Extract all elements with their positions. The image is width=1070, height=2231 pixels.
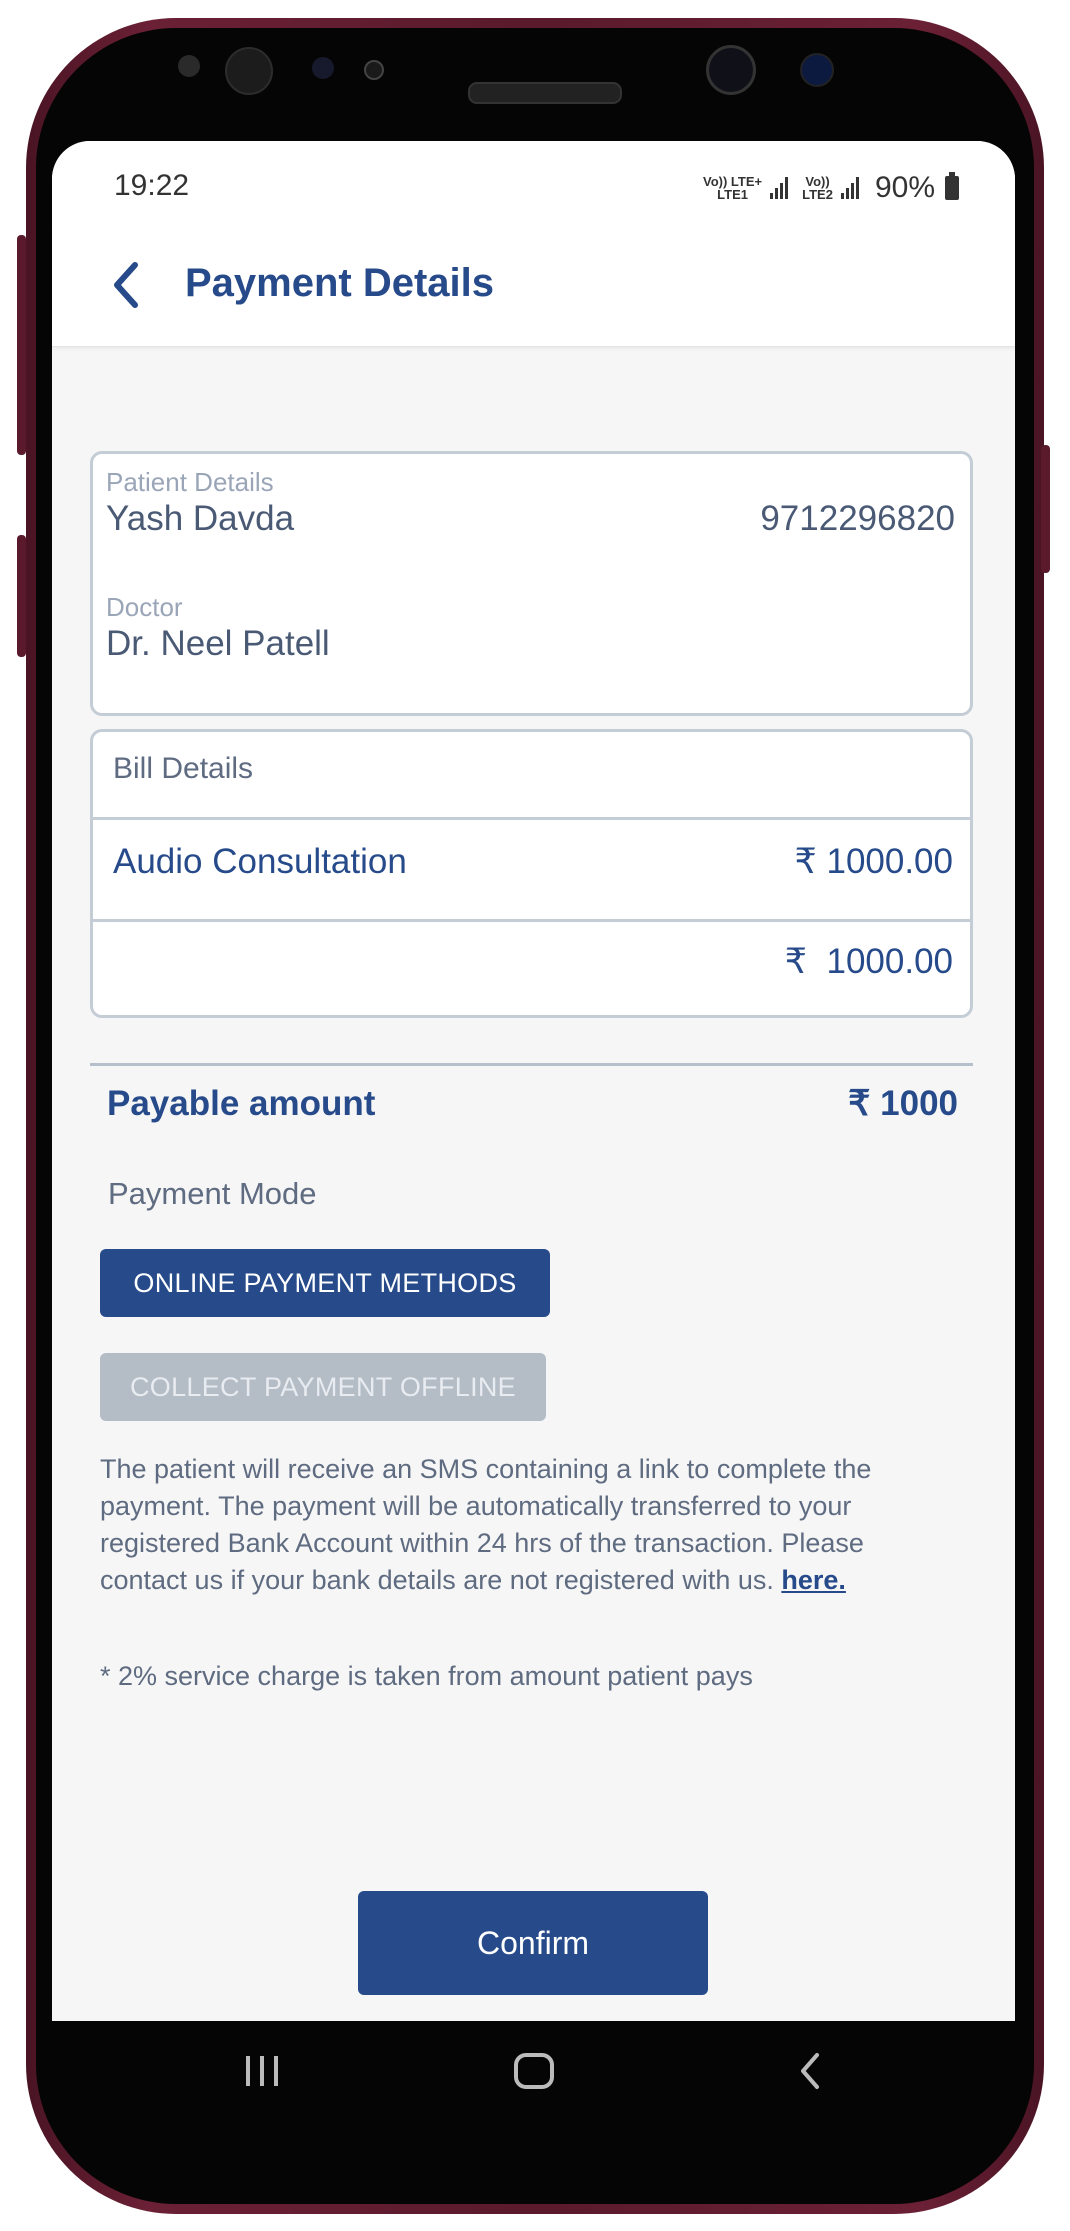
status-bar: 19:22 Vo)) LTE+ LTE1 Vo)) LTE2 90% xyxy=(52,141,1015,231)
patient-details-label: Patient Details xyxy=(106,467,274,497)
patient-details-card: Patient Details Yash Davda 9712296820 Do… xyxy=(90,451,973,716)
home-button[interactable] xyxy=(504,2041,564,2101)
sim1-signal-icon xyxy=(770,177,789,199)
status-time: 19:22 xyxy=(114,169,190,202)
divider xyxy=(93,919,970,922)
collect-payment-offline-button[interactable]: COLLECT PAYMENT OFFLINE xyxy=(100,1353,546,1421)
navigation-bar xyxy=(52,2021,1015,2121)
page-title: Payment Details xyxy=(185,261,495,305)
confirm-button[interactable]: Confirm xyxy=(358,1891,708,1995)
doctor-label: Doctor xyxy=(106,592,183,622)
chevron-left-icon xyxy=(114,262,138,308)
back-button[interactable] xyxy=(96,255,156,315)
payment-info-body: The patient will receive an SMS containi… xyxy=(100,1454,872,1595)
service-charge-note: * 2% service charge is taken from amount… xyxy=(100,1661,753,1691)
front-camera xyxy=(706,45,756,95)
payment-info-text: The patient will receive an SMS containi… xyxy=(100,1451,940,1599)
sim2-tag-bottom: LTE2 xyxy=(802,187,833,202)
online-payment-methods-button[interactable]: ONLINE PAYMENT METHODS xyxy=(100,1249,550,1317)
app-screen: 19:22 Vo)) LTE+ LTE1 Vo)) LTE2 90% Payme… xyxy=(52,141,1015,2021)
bill-item-name: Audio Consultation xyxy=(113,842,407,881)
app-header: Payment Details xyxy=(52,231,1015,347)
bill-total: ₹ 1000.00 xyxy=(784,942,953,981)
sim1-tag-bottom: LTE1 xyxy=(717,187,748,202)
recent-apps-icon xyxy=(246,2056,278,2086)
patient-phone: 9712296820 xyxy=(760,499,955,538)
status-icons: Vo)) LTE+ LTE1 Vo)) LTE2 90% xyxy=(703,171,959,205)
recent-apps-button[interactable] xyxy=(232,2041,292,2101)
sim2-signal-icon xyxy=(840,177,859,199)
iris-sensor xyxy=(225,47,273,95)
iris-camera xyxy=(800,53,834,87)
sim1-network-icon: Vo)) LTE+ LTE1 xyxy=(703,175,762,201)
led-sensor xyxy=(364,60,384,80)
payment-mode-label: Payment Mode xyxy=(108,1176,317,1211)
bill-details-label: Bill Details xyxy=(113,752,254,785)
bill-details-card: Bill Details Audio Consultation ₹ 1000.0… xyxy=(90,729,973,1018)
bank-details-link[interactable]: here. xyxy=(781,1565,846,1595)
bill-item-amount: ₹ 1000.00 xyxy=(794,842,953,881)
bixby-button xyxy=(17,535,26,657)
earpiece-speaker xyxy=(468,82,622,104)
back-arrow-icon xyxy=(801,2053,819,2089)
doctor-name: Dr. Neel Patell xyxy=(106,624,330,663)
sim2-network-icon: Vo)) LTE2 xyxy=(802,175,833,201)
light-sensor xyxy=(312,57,334,79)
battery-percent: 90% xyxy=(874,171,935,204)
proximity-sensor xyxy=(178,55,200,77)
divider xyxy=(90,1063,973,1066)
payable-amount-label: Payable amount xyxy=(107,1084,376,1123)
battery-icon xyxy=(945,172,959,200)
payable-amount-value: ₹ 1000 xyxy=(848,1084,958,1123)
patient-name: Yash Davda xyxy=(106,499,295,538)
power-button xyxy=(1041,445,1050,573)
volume-button xyxy=(17,235,26,455)
home-icon xyxy=(514,2053,554,2089)
back-nav-button[interactable] xyxy=(780,2041,840,2101)
divider xyxy=(93,817,970,820)
